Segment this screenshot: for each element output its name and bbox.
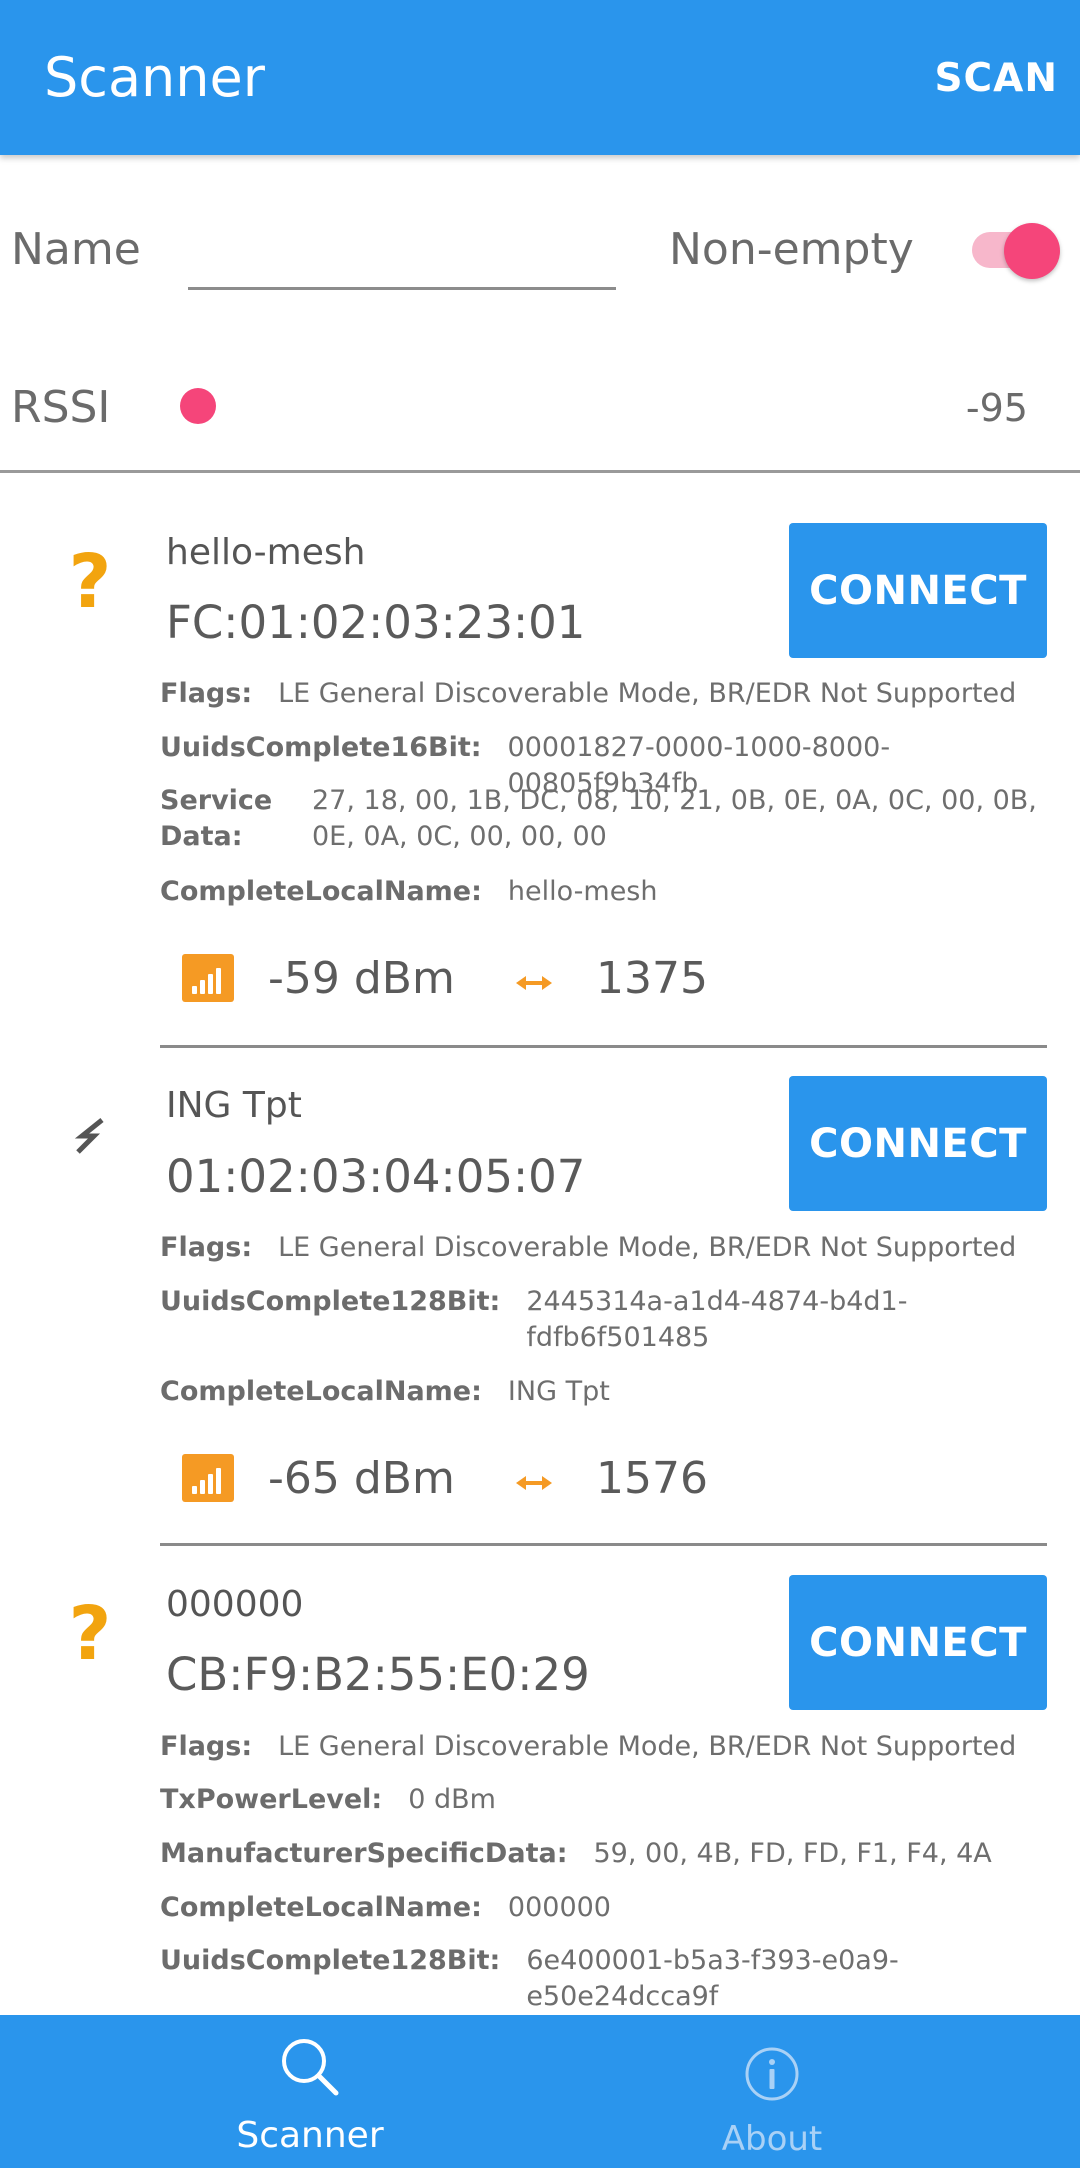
adv-row: Flags: LE General Discoverable Mode, BR/… xyxy=(160,1230,1040,1266)
adv-row: Flags: LE General Discoverable Mode, BR/… xyxy=(160,676,1040,712)
adv-row: ManufacturerSpecificData: 59, 00, 4B, FD… xyxy=(160,1836,1040,1872)
rssi-value: -65 dBm xyxy=(268,1452,455,1504)
connect-button[interactable]: CONNECT xyxy=(789,1575,1047,1710)
app-bar: Scanner SCAN xyxy=(0,0,1080,155)
search-icon xyxy=(282,2039,339,2096)
adv-row: CompleteLocalName: hello-mesh xyxy=(160,874,1040,910)
adv-value: 6e400001-b5a3-f393-e0a9-e50e24dcca9f xyxy=(526,1945,899,2012)
rssi-slider-thumb[interactable] xyxy=(180,388,216,424)
question-mark-icon: ? xyxy=(68,1591,112,1677)
adv-value: LE General Discoverable Mode, BR/EDR Not… xyxy=(278,1731,1017,1762)
interval-arrows-icon xyxy=(516,1476,552,1490)
adv-row: CompleteLocalName: 000000 xyxy=(160,1890,1040,1926)
device-name: hello-mesh xyxy=(166,532,366,573)
scan-button[interactable]: SCAN xyxy=(934,56,1058,101)
adv-row: ServiceData: 27, 18, 00, 1B, DC, 08, 10,… xyxy=(160,783,1040,855)
bottom-navigation: Scanner About xyxy=(0,2015,1080,2168)
device-name: 000000 xyxy=(166,1584,304,1625)
adv-key: ServiceData: xyxy=(160,785,273,852)
adv-key: CompleteLocalName: xyxy=(160,1376,482,1407)
interval-arrows-icon xyxy=(516,976,552,990)
signal-strength-icon xyxy=(182,1454,234,1502)
connect-button[interactable]: CONNECT xyxy=(789,1076,1047,1211)
adv-row: UuidsComplete128Bit: 6e400001-b5a3-f393-… xyxy=(160,1943,1040,2015)
nav-about[interactable]: About xyxy=(502,2015,1042,2168)
non-empty-label: Non-empty xyxy=(669,224,914,275)
adv-key: Flags: xyxy=(160,678,253,709)
adv-value: 000000 xyxy=(507,1892,611,1923)
device-mac: CB:F9:B2:55:E0:29 xyxy=(166,1648,590,1701)
adv-key: UuidsComplete128Bit: xyxy=(160,1286,501,1317)
device-mac: FC:01:02:03:23:01 xyxy=(166,596,586,649)
rssi-slider[interactable] xyxy=(170,370,1020,442)
adv-value: 2445314a-a1d4-4874-b4d1-fdfb6f501485 xyxy=(526,1286,908,1353)
adv-value: ING Tpt xyxy=(507,1376,610,1407)
adv-value: 59, 00, 4B, FD, FD, F1, F4, 4A xyxy=(593,1838,992,1869)
question-mark-icon: ? xyxy=(68,539,112,625)
nav-scanner[interactable]: Scanner xyxy=(40,2015,580,2168)
device-mac: 01:02:03:04:05:07 xyxy=(166,1150,586,1203)
signal-strength-icon xyxy=(182,954,234,1002)
connect-button[interactable]: CONNECT xyxy=(789,523,1047,658)
app-title: Scanner xyxy=(44,46,265,109)
adv-value: hello-mesh xyxy=(507,876,658,907)
adv-key: ManufacturerSpecificData: xyxy=(160,1838,568,1869)
nav-scanner-label: Scanner xyxy=(236,2115,384,2156)
adv-key: CompleteLocalName: xyxy=(160,876,482,907)
device-stats: -59 dBm 1375 xyxy=(182,948,708,1008)
adv-key: UuidsComplete128Bit: xyxy=(160,1945,501,1976)
filter-divider xyxy=(0,470,1080,473)
rssi-filter-label: RSSI xyxy=(11,382,111,433)
name-filter-input[interactable] xyxy=(188,228,616,290)
device-stats: -65 dBm 1576 xyxy=(182,1448,708,1508)
device-name: ING Tpt xyxy=(166,1085,302,1126)
adv-row: UuidsComplete128Bit: 2445314a-a1d4-4874-… xyxy=(160,1284,1040,1356)
adv-row: CompleteLocalName: ING Tpt xyxy=(160,1374,1040,1410)
adv-value: LE General Discoverable Mode, BR/EDR Not… xyxy=(278,678,1017,709)
adv-value: 0 dBm xyxy=(408,1784,496,1815)
adv-key: TxPowerLevel: xyxy=(160,1784,383,1815)
switch-thumb xyxy=(1004,223,1060,279)
rssi-value: -59 dBm xyxy=(268,952,455,1004)
bolt-icon xyxy=(74,1118,104,1154)
adv-key: Flags: xyxy=(160,1232,253,1263)
nav-about-label: About xyxy=(721,2119,823,2159)
adv-row: Flags: LE General Discoverable Mode, BR/… xyxy=(160,1729,1040,1765)
device-divider xyxy=(160,1543,1047,1546)
info-icon xyxy=(745,2047,799,2101)
advertising-interval: 1576 xyxy=(596,1452,708,1504)
name-filter-label: Name xyxy=(11,224,141,275)
advertising-interval: 1375 xyxy=(596,952,708,1004)
device-divider xyxy=(160,1045,1047,1048)
adv-row: TxPowerLevel: 0 dBm xyxy=(160,1782,1040,1818)
adv-key: Flags: xyxy=(160,1731,253,1762)
adv-value: 27, 18, 00, 1B, DC, 08, 10, 21, 0B, 0E, … xyxy=(312,785,1037,852)
adv-key: CompleteLocalName: xyxy=(160,1892,482,1923)
non-empty-switch[interactable] xyxy=(972,223,1060,279)
rssi-filter-value: -95 xyxy=(965,386,1028,430)
adv-value: LE General Discoverable Mode, BR/EDR Not… xyxy=(278,1232,1017,1263)
